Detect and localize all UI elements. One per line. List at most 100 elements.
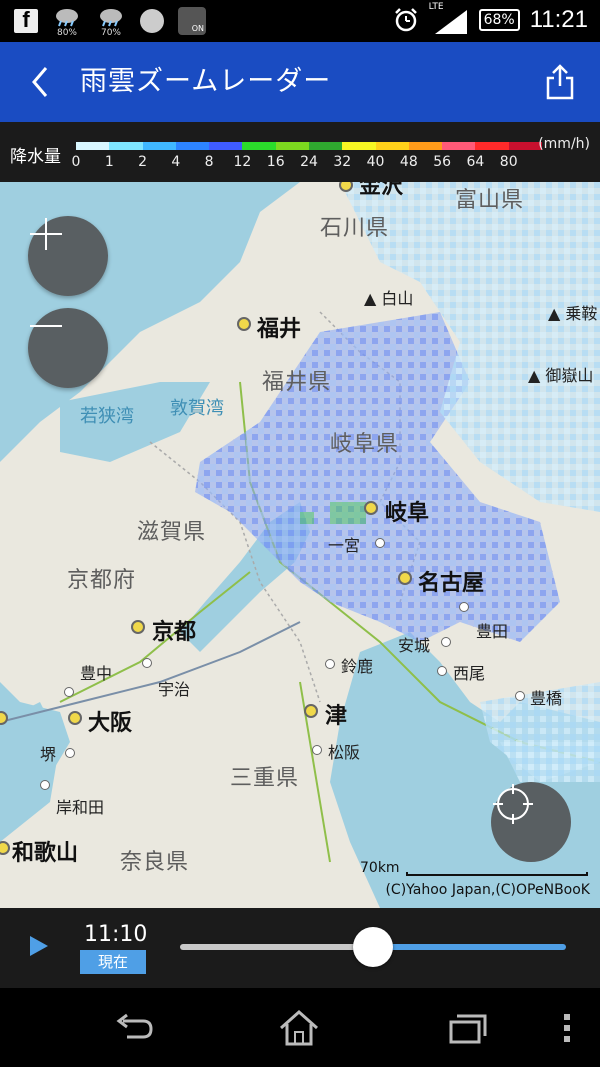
water-label: 敦賀湾 xyxy=(170,398,224,419)
current-location-button[interactable] xyxy=(491,782,571,862)
battery-icon: 68% xyxy=(478,9,520,31)
legend-tick-label: 32 xyxy=(333,154,352,170)
back-button[interactable] xyxy=(22,62,58,102)
city-marker xyxy=(441,637,451,647)
system-nav-bar xyxy=(0,988,600,1067)
map-scale-bar: 70km xyxy=(360,860,590,878)
weather-rain-icon: 70% xyxy=(96,6,126,38)
mountain-name: 白山 xyxy=(381,289,414,308)
pref-label: 三重県 xyxy=(230,766,300,791)
page-title: 雨雲ズームレーダー xyxy=(80,66,332,97)
legend-color-swatch xyxy=(475,142,509,150)
status-clock: 11:21 xyxy=(529,6,588,33)
city-marker xyxy=(398,571,412,585)
city-label: 京都 xyxy=(152,620,197,645)
mountain-name: 御嶽山 xyxy=(545,366,594,385)
city-label: 宇治 xyxy=(158,680,191,699)
legend-color-swatch xyxy=(76,142,110,150)
timeline-track-fill xyxy=(373,944,566,950)
home-icon xyxy=(280,1009,318,1046)
on-label: ON xyxy=(191,24,204,33)
city-marker xyxy=(131,620,145,634)
city-label: 豊田 xyxy=(476,622,509,641)
legend-color-swatch xyxy=(342,142,376,150)
legend-tick-label: 1 xyxy=(104,154,114,170)
city-marker xyxy=(364,501,378,515)
city-label: 岸和田 xyxy=(56,798,105,817)
mountain-name: 乗鞍 xyxy=(565,304,598,323)
now-badge[interactable]: 現在 xyxy=(80,950,146,974)
legend-tick-label: 2 xyxy=(138,154,148,170)
legend-tick-label: 56 xyxy=(433,154,452,170)
back-icon xyxy=(116,1013,153,1039)
city-marker xyxy=(65,748,75,758)
mountain-label: ▲ 白山 xyxy=(364,289,414,308)
legend-color-swatch xyxy=(242,142,276,150)
city-marker xyxy=(142,658,152,668)
city-label: 松阪 xyxy=(328,743,361,762)
rain-radar-map[interactable]: 石川県 富山県 福井県 岐阜県 滋賀県 京都府 三重県 奈良県 若狭湾 敦賀湾 … xyxy=(0,182,600,908)
legend-color-swatch xyxy=(142,142,176,150)
city-label: 福井 xyxy=(257,317,302,342)
pref-label: 奈良県 xyxy=(120,850,190,875)
pref-label: 岐阜県 xyxy=(330,432,400,457)
timeline-time: 11:10 xyxy=(84,922,148,947)
nav-back-button[interactable] xyxy=(108,1006,158,1050)
play-button[interactable] xyxy=(26,934,54,962)
city-marker xyxy=(459,602,469,612)
city-label: 名古屋 xyxy=(418,571,485,596)
city-label: 堺 xyxy=(40,745,57,764)
legend-color-swatch xyxy=(508,142,542,150)
legend-tick-label: 16 xyxy=(266,154,285,170)
crosshair-icon xyxy=(493,784,533,824)
rain-pct-1: 80% xyxy=(56,28,77,38)
city-label: 和歌山 xyxy=(12,841,79,866)
nav-menu-button[interactable] xyxy=(542,1006,592,1050)
facebook-icon: f xyxy=(14,7,38,33)
plus-icon xyxy=(30,218,62,250)
share-icon xyxy=(546,64,574,100)
minus-icon xyxy=(30,325,62,327)
share-button[interactable] xyxy=(540,60,580,104)
city-label: 鈴鹿 xyxy=(341,657,374,676)
alarm-icon xyxy=(394,8,417,32)
legend-tick-label: 0 xyxy=(71,154,81,170)
legend-title: 降水量 xyxy=(10,147,61,167)
scale-label: 70km xyxy=(360,860,400,876)
city-label: 豊橋 xyxy=(530,689,563,708)
recents-icon xyxy=(449,1014,487,1044)
city-marker xyxy=(304,704,318,718)
legend-tick-label: 12 xyxy=(233,154,252,170)
city-marker xyxy=(437,666,447,676)
map-copyright: (C)Yahoo Japan,(C)OPeNBooK xyxy=(385,882,590,898)
legend-color-swatch xyxy=(442,142,476,150)
timeline-slider-thumb[interactable] xyxy=(353,927,393,967)
city-marker xyxy=(515,691,525,701)
timeline-track[interactable] xyxy=(180,944,373,950)
nav-home-button[interactable] xyxy=(274,1006,324,1050)
rain-pct-2: 70% xyxy=(100,28,121,38)
legend-color-swatch xyxy=(209,142,243,150)
city-label: 岐阜 xyxy=(385,501,430,526)
city-label: 豊中 xyxy=(80,664,113,683)
pref-label: 滋賀県 xyxy=(137,520,207,545)
city-marker xyxy=(312,745,322,755)
pref-label: 福井県 xyxy=(262,370,332,395)
city-label: 津 xyxy=(325,704,348,729)
pref-label: 富山県 xyxy=(455,188,525,213)
legend-tick-label: 64 xyxy=(466,154,485,170)
city-label: 一宮 xyxy=(328,536,361,555)
screen: f 80% 70% ON LTE 68% 11:21 雨雲ズームレーダー 降水量… xyxy=(0,0,600,1067)
city-marker xyxy=(375,538,385,548)
app-bar: 雨雲ズームレーダー xyxy=(0,42,600,122)
legend-color-swatch xyxy=(408,142,443,150)
legend-tick-label: 80 xyxy=(499,154,518,170)
nav-recents-button[interactable] xyxy=(442,1006,492,1050)
legend-unit: (mm/h) xyxy=(538,136,590,152)
city-marker xyxy=(325,659,335,669)
zoom-in-button[interactable] xyxy=(28,216,108,296)
legend-tick-label: 48 xyxy=(399,154,418,170)
pref-label: 京都府 xyxy=(67,568,137,593)
lte-signal-icon: LTE xyxy=(429,2,469,34)
zoom-out-button[interactable] xyxy=(28,308,108,388)
